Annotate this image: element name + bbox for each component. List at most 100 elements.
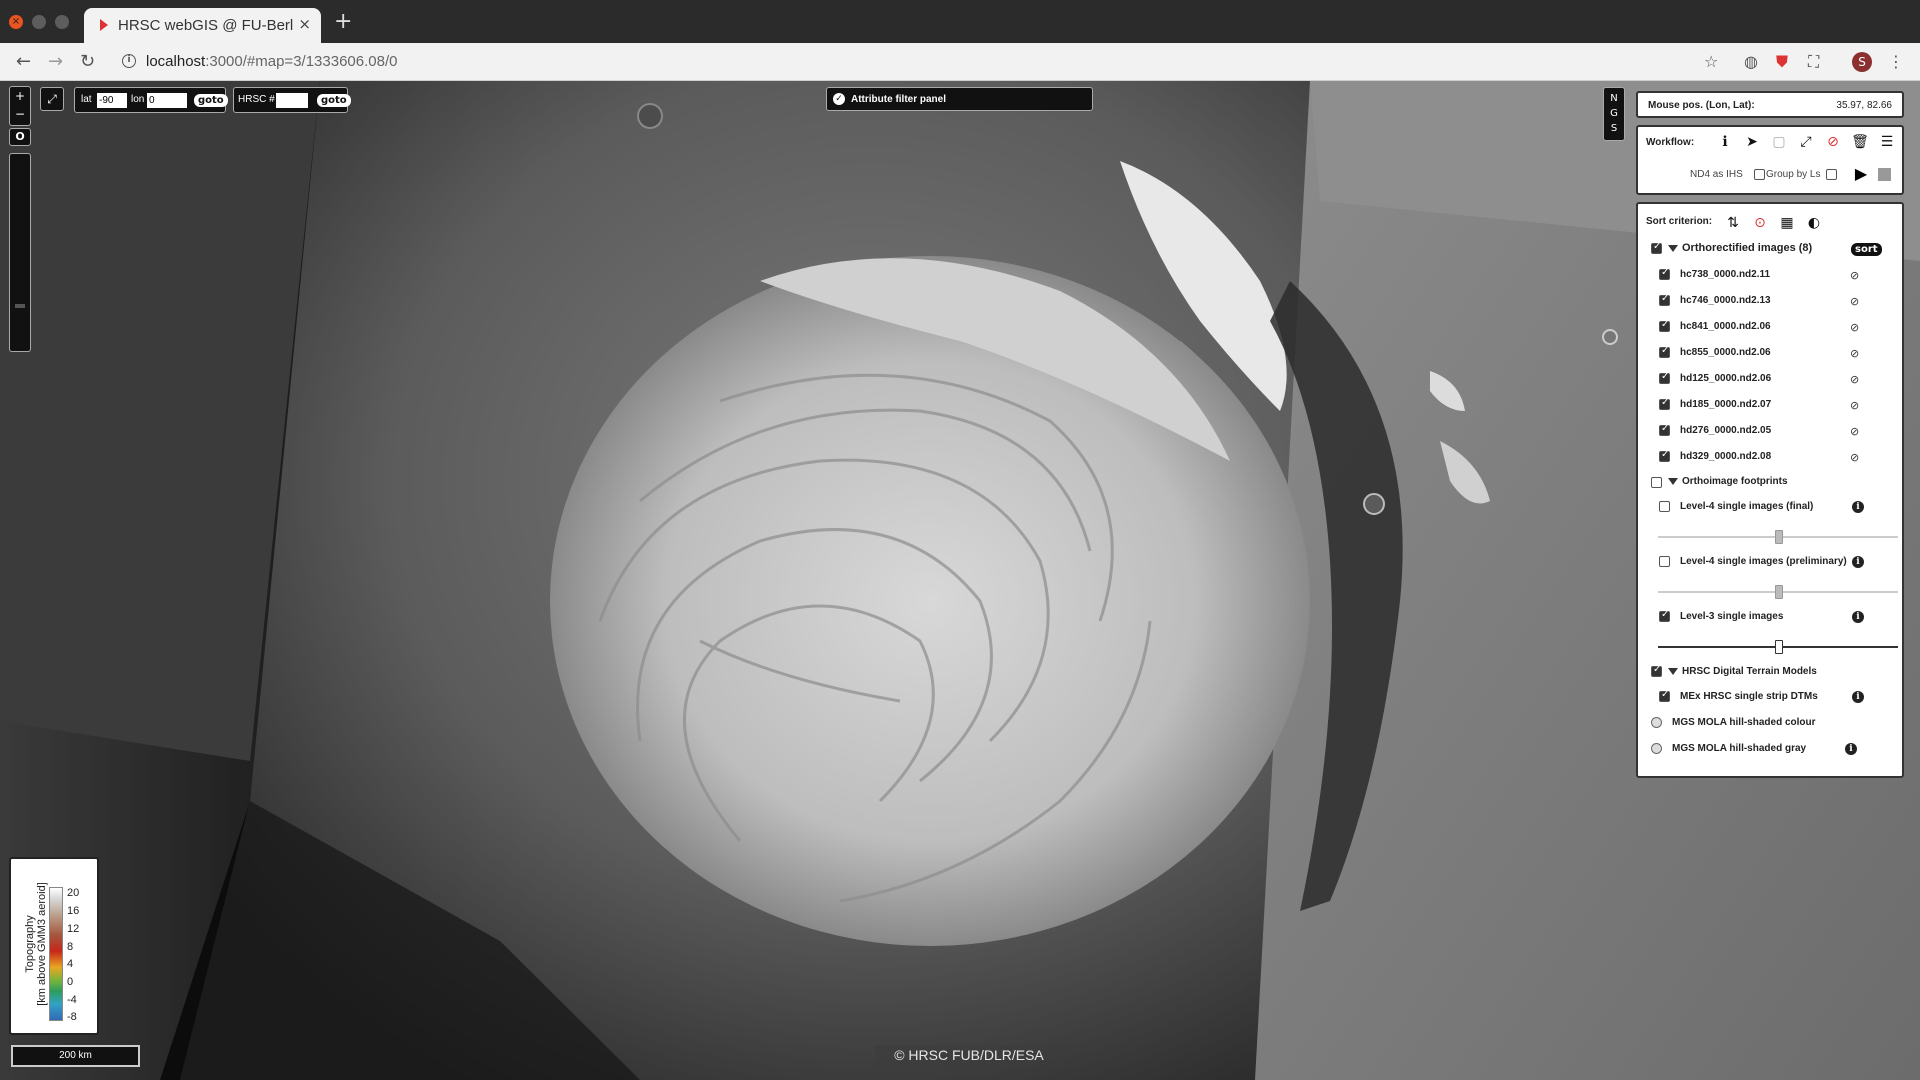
delete-icon[interactable]: 🗑 — [1849, 131, 1871, 153]
info-icon[interactable]: ℹ — [1714, 131, 1736, 153]
ban-icon[interactable]: ⊘ — [1850, 373, 1859, 386]
slider-thumb[interactable] — [1775, 585, 1783, 599]
ortho-item-checkbox[interactable] — [1659, 423, 1670, 436]
base-layer-radio[interactable] — [1651, 717, 1662, 728]
group-by-ls-checkbox[interactable] — [1826, 169, 1837, 180]
base-layer-label: MGS MOLA hill-shaded colour — [1672, 717, 1816, 728]
ban-icon[interactable]: ⊘ — [1850, 347, 1859, 360]
nd4-ihs-checkbox[interactable] — [1754, 169, 1765, 180]
tab-close-icon[interactable]: × — [298, 15, 311, 33]
slider-thumb[interactable] — [1775, 640, 1783, 654]
back-button[interactable]: ← — [16, 51, 31, 72]
select-icon[interactable]: ▢ — [1768, 131, 1790, 153]
footprint-label: Level-4 single images (preliminary) — [1680, 556, 1847, 567]
base-layer-radio[interactable] — [1651, 743, 1662, 754]
dtm-group-checkbox[interactable] — [1651, 664, 1662, 677]
menu-icon[interactable]: ☰ — [1876, 131, 1898, 153]
footprints-group-label[interactable]: Orthoimage footprints — [1668, 476, 1788, 487]
ban-icon[interactable]: ⊘ — [1850, 425, 1859, 438]
zoom-out-button[interactable]: − — [10, 105, 30, 123]
play-icon[interactable]: ▶ — [1851, 164, 1871, 184]
ortho-item-label: hd185_0000.nd2.07 — [1680, 399, 1772, 410]
window-minimize-button[interactable] — [32, 15, 46, 29]
browser-tab-bar: × HRSC webGIS @ FU-Berlin × + — [0, 0, 1920, 43]
bookmark-star-icon[interactable]: ☆ — [1704, 52, 1718, 71]
hrsc-goto-panel: HRSC # goto — [233, 87, 351, 113]
ban-icon[interactable]: ⊘ — [1850, 321, 1859, 334]
ortho-item-checkbox[interactable] — [1659, 371, 1670, 384]
lon-input[interactable] — [147, 93, 187, 108]
expand-icon[interactable]: ⤢ — [1795, 131, 1817, 153]
ortho-item-checkbox[interactable] — [1659, 397, 1670, 410]
footprint-checkbox[interactable] — [1659, 609, 1670, 622]
reload-button[interactable]: ↻ — [80, 51, 95, 72]
ban-icon[interactable]: ⊘ — [1850, 295, 1859, 308]
ortho-item-checkbox[interactable] — [1659, 345, 1670, 358]
fullscreen-button[interactable]: ⤢ — [40, 87, 64, 111]
sort-alpha-icon[interactable]: ⇅ — [1722, 212, 1744, 234]
shield-extension-icon[interactable]: ⛊ — [1776, 52, 1788, 72]
info-icon[interactable]: i — [1845, 743, 1857, 755]
hrsc-goto-button[interactable]: goto — [317, 94, 351, 107]
chevron-down-icon — [1668, 477, 1678, 485]
slider-thumb[interactable] — [1775, 530, 1783, 544]
address-bar[interactable]: localhost:3000/#map=3/1333606.08/0 — [146, 53, 397, 70]
ortho-item-checkbox[interactable] — [1659, 449, 1670, 462]
latlon-goto-button[interactable]: goto — [194, 94, 228, 107]
ban-icon[interactable]: ⊘ — [1850, 451, 1859, 464]
site-info-icon[interactable]: i — [122, 54, 136, 68]
extension-icon[interactable]: ◍ — [1744, 52, 1758, 71]
color-ramp — [49, 887, 63, 1021]
sort-contrast-icon[interactable]: ◐ — [1803, 212, 1825, 234]
sort-grid-icon[interactable]: ▦ — [1776, 212, 1798, 234]
screenshot-extension-icon[interactable]: ⛶ — [1808, 52, 1819, 72]
ban-icon[interactable]: ⊘ — [1850, 399, 1859, 412]
dtm-checkbox[interactable] — [1659, 689, 1670, 702]
projection-south-button[interactable]: S — [1604, 121, 1624, 136]
profile-avatar[interactable]: S — [1852, 52, 1872, 72]
lat-input[interactable] — [97, 93, 127, 108]
sort-button[interactable]: sort — [1851, 243, 1882, 256]
legend-tick: 8 — [67, 941, 74, 953]
favicon-icon — [100, 19, 108, 31]
projection-global-button[interactable]: G — [1604, 106, 1624, 121]
map-view[interactable]: + − ⤢ O lat lon goto HRSC # goto ✓ Attri… — [0, 81, 1920, 1080]
base-layer-label: MGS MOLA hill-shaded gray — [1672, 743, 1807, 754]
browser-tab[interactable]: HRSC webGIS @ FU-Berlin × — [84, 8, 321, 43]
footprint-checkbox[interactable] — [1659, 556, 1670, 567]
browser-menu-icon[interactable]: ⋮ — [1888, 52, 1904, 71]
ban-icon[interactable]: ⊘ — [1850, 269, 1859, 282]
locate-icon[interactable]: ➤ — [1741, 131, 1763, 153]
url-path: :3000/#map=3/1333606.08/0 — [205, 53, 398, 70]
hrsc-orbit-input[interactable] — [276, 93, 308, 108]
ortho-group-label[interactable]: Orthorectified images (8) — [1668, 242, 1812, 254]
zoom-in-button[interactable]: + — [10, 87, 30, 105]
window-maximize-button[interactable] — [55, 15, 69, 29]
projection-north-button[interactable]: N — [1604, 91, 1624, 106]
zoom-slider[interactable] — [9, 153, 31, 352]
lon-label: lon — [131, 94, 145, 105]
zoom-slider-thumb[interactable] — [15, 304, 25, 308]
ortho-item-checkbox[interactable] — [1659, 319, 1670, 332]
footprint-checkbox[interactable] — [1659, 501, 1670, 512]
dtm-group-label[interactable]: HRSC Digital Terrain Models — [1668, 666, 1817, 677]
rotate-reset-button[interactable]: O — [9, 128, 31, 146]
hide-icon[interactable]: ⊘ — [1822, 131, 1844, 153]
group-by-ls-label: Group by Ls — [1766, 169, 1821, 180]
legend-tick: 4 — [67, 958, 74, 970]
footprints-group-checkbox[interactable] — [1651, 477, 1662, 488]
info-icon[interactable]: i — [1852, 556, 1864, 568]
info-icon[interactable]: i — [1852, 691, 1864, 703]
forward-button[interactable]: → — [48, 51, 63, 72]
ortho-group-checkbox[interactable] — [1651, 241, 1662, 254]
stop-icon[interactable] — [1878, 168, 1891, 181]
attribute-filter-toggle[interactable]: ✓ Attribute filter panel — [826, 87, 1093, 111]
info-icon[interactable]: i — [1852, 611, 1864, 623]
ortho-item-checkbox[interactable] — [1659, 267, 1670, 280]
legend-tick: -4 — [67, 994, 77, 1006]
sort-time-icon[interactable]: ⊙ — [1749, 212, 1771, 234]
ortho-item-checkbox[interactable] — [1659, 293, 1670, 306]
window-close-button[interactable]: × — [9, 15, 23, 29]
info-icon[interactable]: i — [1852, 501, 1864, 513]
new-tab-button[interactable]: + — [334, 11, 352, 33]
